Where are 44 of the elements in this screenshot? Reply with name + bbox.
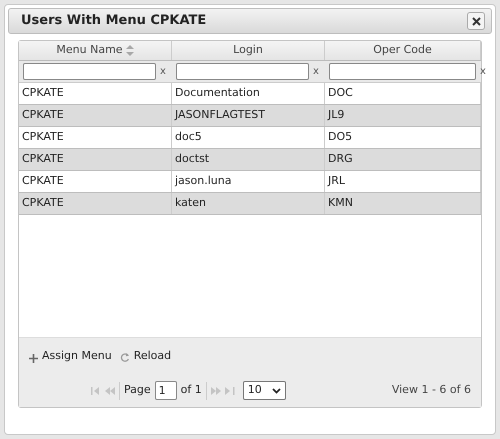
toolbar-button[interactable]: Assign Menu [29,348,112,364]
page-field[interactable]: 1 [154,381,177,400]
close-icon [472,16,480,26]
table-cell-text: Documentation [175,85,260,102]
page-size-select[interactable]: 10 [242,381,286,400]
chevron-down-icon [272,388,281,394]
page-count: of 1 [180,382,202,398]
table-cell-text: CPKATE [22,173,64,190]
page-label: Page [124,382,151,398]
sort-icon [126,45,134,56]
table-cell-text: CPKATE [22,129,64,146]
table-cell-text: JRL [328,173,346,190]
record-count: View 1 - 6 of 6 [392,382,471,398]
reload-icon [120,352,130,363]
table-cell-text: JASONFLAGTEST [175,107,265,124]
column-header[interactable]: Menu Name [19,41,172,60]
table-cell-text: DOC [328,85,353,102]
table-cell-text: CPKATE [22,85,64,102]
table-cell-text: JL9 [328,107,344,124]
toolbar-button[interactable]: Reload [120,348,172,364]
column-label: Menu Name [56,42,123,58]
dialog-title: Users With Menu CPKATE [21,12,206,30]
clear-filter-button[interactable]: x [160,64,168,79]
clear-filter-button[interactable]: x [480,64,488,79]
column-label: Oper Code [373,42,432,58]
table-cell-text: jason.luna [175,173,232,190]
table-cell-text: KMN [328,195,353,212]
filter-field[interactable] [23,63,156,80]
table-cell-text: DO5 [328,129,352,146]
table-cell-text: doc5 [175,129,202,146]
table-cell-text: doctst [175,151,210,168]
table-cell-text: CPKATE [22,195,64,212]
filter-field[interactable] [176,63,309,80]
clear-filter-button[interactable]: x [313,64,321,79]
table-cell-text: CPKATE [22,107,64,124]
close-button[interactable] [467,12,485,30]
column-header[interactable]: Oper Code [325,41,481,60]
table-cell-text: katen [175,195,206,212]
table-cell-text: CPKATE [22,151,64,168]
column-header[interactable]: Login [172,41,325,60]
table-cell-text: DRG [328,151,353,168]
column-label: Login [233,42,263,58]
filter-field[interactable] [329,63,476,80]
plus-icon [29,354,38,362]
